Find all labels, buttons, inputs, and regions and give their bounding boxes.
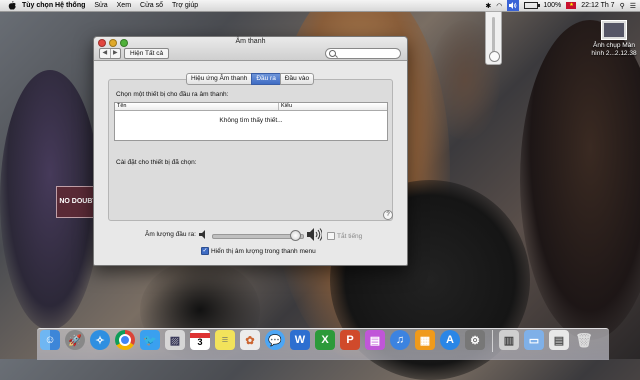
- tab-bar: Hiệu ứng Âm thanh Đầu ra Đầu vào: [94, 73, 407, 85]
- launchpad-icon[interactable]: 🚀: [65, 330, 85, 350]
- menubar-volume-knob[interactable]: [489, 51, 500, 62]
- desktop-file-label: Ảnh chụp Màn hình 2...2.12.38: [591, 42, 637, 57]
- dock-items: ☺ 🚀 ✧ 🐦 ▨ 3 ≡ ✿ 💬 W X P ▤ ♫ ▦ A ⚙ ▥ ▭ ▤ …: [40, 330, 610, 354]
- column-name[interactable]: Tên: [117, 103, 126, 110]
- books-icon[interactable]: ▦: [415, 330, 435, 350]
- tab-input[interactable]: Đầu vào: [279, 73, 315, 85]
- calendar-icon[interactable]: 3: [190, 330, 210, 350]
- back-forward-buttons: ◀ ▶: [99, 48, 121, 59]
- downloads-stack-icon[interactable]: ▥: [499, 330, 519, 350]
- back-arrow-icon[interactable]: ◀: [100, 49, 111, 58]
- selected-device-settings-label: Cài đặt cho thiết bị đã chọn:: [116, 159, 197, 166]
- window-titlebar[interactable]: Âm thanh ◀ ▶ Hiện Tất cả: [94, 37, 407, 61]
- messages-icon[interactable]: 💬: [265, 330, 285, 350]
- show-volume-checkbox[interactable]: ✓ Hiển thị âm lượng trong thanh menu: [201, 247, 316, 255]
- chrome-icon[interactable]: [115, 330, 135, 350]
- speaker-high-icon: [307, 228, 322, 241]
- safari-icon[interactable]: ✧: [90, 330, 110, 350]
- mute-checkbox-box[interactable]: [327, 232, 335, 240]
- column-type[interactable]: Kiểu: [278, 103, 292, 110]
- desktop-screenshot-file[interactable]: Ảnh chụp Màn hình 2...2.12.38: [588, 20, 640, 58]
- output-panel: Chọn một thiết bị cho đầu ra âm thanh: T…: [108, 79, 393, 221]
- wifi-icon[interactable]: ◠: [496, 2, 502, 10]
- menu-window[interactable]: Cửa sổ: [140, 2, 163, 9]
- input-source-flag-icon[interactable]: [566, 2, 577, 9]
- show-volume-checkbox-box[interactable]: ✓: [201, 247, 209, 255]
- twitter-icon[interactable]: 🐦: [140, 330, 160, 350]
- search-icon: [329, 50, 336, 57]
- tab-output[interactable]: Đầu ra: [251, 73, 281, 85]
- window-title: Âm thanh: [235, 38, 266, 45]
- device-list-header: Tên Kiểu: [115, 103, 387, 111]
- documents-stack-icon[interactable]: ▤: [549, 330, 569, 350]
- itunes-icon[interactable]: ♫: [390, 330, 410, 350]
- output-volume-knob[interactable]: [289, 230, 301, 241]
- menu-clock[interactable]: 22:12 Th 7: [581, 2, 614, 9]
- finder-icon[interactable]: ☺: [40, 330, 60, 350]
- stickies-icon[interactable]: ≡: [215, 330, 235, 350]
- speaker-low-icon: [199, 230, 205, 239]
- volume-menu-icon[interactable]: [507, 0, 520, 11]
- forward-arrow-icon[interactable]: ▶: [111, 49, 121, 58]
- menu-bar: Tùy chọn Hệ thống Sửa Xem Cửa sổ Trợ giú…: [0, 0, 640, 12]
- no-device-message: Không tìm thấy thiết...: [219, 117, 283, 124]
- help-button[interactable]: ?: [383, 210, 393, 220]
- battery-percent: 100%: [543, 2, 562, 9]
- excel-icon[interactable]: X: [315, 330, 335, 350]
- device-list[interactable]: Tên Kiểu Không tìm thấy thiết...: [114, 102, 388, 141]
- select-device-heading: Chọn một thiết bị cho đầu ra âm thanh:: [116, 91, 229, 98]
- menu-edit[interactable]: Sửa: [94, 2, 107, 9]
- show-all-button[interactable]: Hiện Tất cả: [124, 48, 170, 59]
- menubar-volume-slider[interactable]: [485, 11, 502, 65]
- bluetooth-icon[interactable]: ✱: [485, 2, 491, 10]
- mute-checkbox[interactable]: Tắt tiếng: [327, 232, 362, 240]
- menu-help[interactable]: Trợ giúp: [172, 2, 198, 9]
- menu-app-name[interactable]: Tùy chọn Hệ thống: [22, 2, 85, 9]
- system-monitor-icon[interactable]: ▤: [365, 330, 385, 350]
- search-input[interactable]: [325, 48, 401, 59]
- photos-icon[interactable]: ✿: [240, 330, 260, 350]
- mute-label: Tắt tiếng: [337, 232, 363, 240]
- battery-icon[interactable]: [524, 2, 541, 9]
- show-volume-label: Hiển thị âm lượng trong thanh menu: [211, 247, 316, 255]
- preview-icon[interactable]: ▨: [165, 330, 185, 350]
- trash-icon[interactable]: 🗑: [574, 330, 594, 350]
- tab-sound-effects[interactable]: Hiệu ứng Âm thanh: [185, 73, 253, 85]
- sound-preferences-window: Âm thanh ◀ ▶ Hiện Tất cả Hiệu ứng Âm tha…: [93, 36, 408, 266]
- spotlight-icon[interactable]: ⚲: [620, 2, 625, 10]
- notification-center-icon[interactable]: ☰: [630, 2, 636, 10]
- folder-icon[interactable]: ▭: [524, 330, 544, 350]
- menu-view[interactable]: Xem: [117, 2, 131, 9]
- system-preferences-icon[interactable]: ⚙: [465, 330, 485, 350]
- apple-icon[interactable]: [8, 1, 16, 10]
- output-volume-label: Âm lượng đầu ra:: [145, 231, 196, 238]
- app-store-icon[interactable]: A: [440, 330, 460, 350]
- powerpoint-icon[interactable]: P: [340, 330, 360, 350]
- screenshot-thumbnail-icon: [601, 20, 627, 40]
- word-icon[interactable]: W: [290, 330, 310, 350]
- dock-separator: [492, 330, 493, 352]
